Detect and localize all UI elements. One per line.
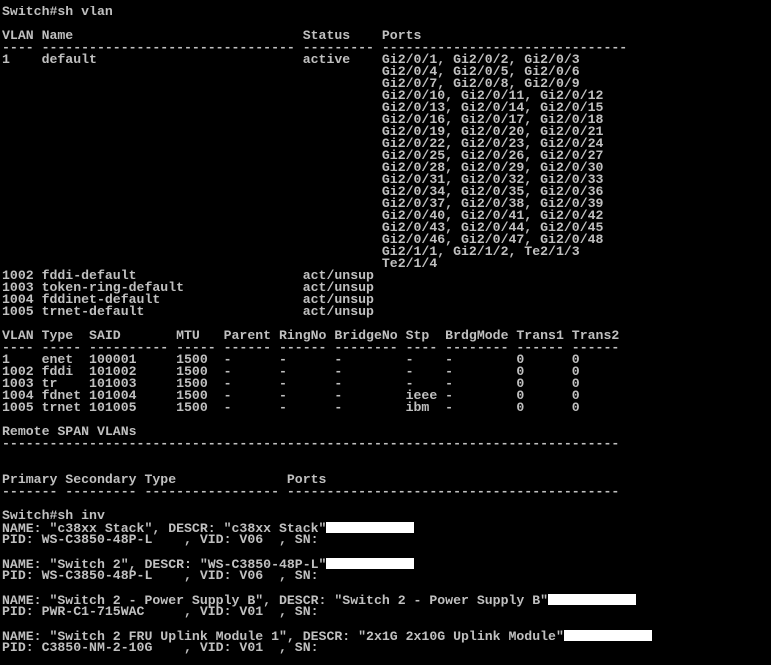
redacted-serial-number: [563, 630, 652, 641]
terminal-line: PID: WS-C3850-48P-L , VID: V06 , SN:: [2, 532, 769, 547]
terminal-line-text: PID: WS-C3850-48P-L , VID: V06 , SN:: [2, 568, 327, 583]
terminal-line-text: Switch#sh vlan: [2, 6, 113, 19]
terminal-line: Switch#sh vlan: [2, 6, 769, 18]
redacted-serial-number: [326, 522, 415, 533]
terminal-line: ------- --------- ----------------- ----…: [2, 484, 769, 499]
terminal-line: PID: WS-C3850-48P-L , VID: V06 , SN:: [2, 568, 769, 583]
redacted-serial-number: [548, 594, 637, 605]
terminal-line: 1005 trnet 101005 1500 - - - ibm - 0 0: [2, 400, 769, 415]
terminal-line-text: 1005 trnet-default act/unsup: [2, 304, 374, 319]
terminal-line-text: PID: C3850-NM-2-10G , VID: V01 , SN:: [2, 640, 327, 655]
terminal-line: ----------------------------------------…: [2, 436, 769, 451]
terminal-line-text: PID: WS-C3850-48P-L , VID: V06 , SN:: [2, 532, 327, 547]
terminal-line-text: ------- --------- ----------------- ----…: [2, 484, 620, 499]
redacted-serial-number: [326, 558, 415, 569]
terminal-line-text: PID: PWR-C1-715WAC , VID: V01 , SN:: [2, 604, 327, 619]
terminal-output[interactable]: Switch#sh vlan VLAN Name Status Ports ----…: [2, 6, 769, 663]
terminal-line: 1005 trnet-default act/unsup: [2, 304, 769, 319]
terminal-line-text: ----------------------------------------…: [2, 436, 620, 451]
terminal-line-text: 1005 trnet 101005 1500 - - - ibm - 0 0: [2, 400, 580, 415]
